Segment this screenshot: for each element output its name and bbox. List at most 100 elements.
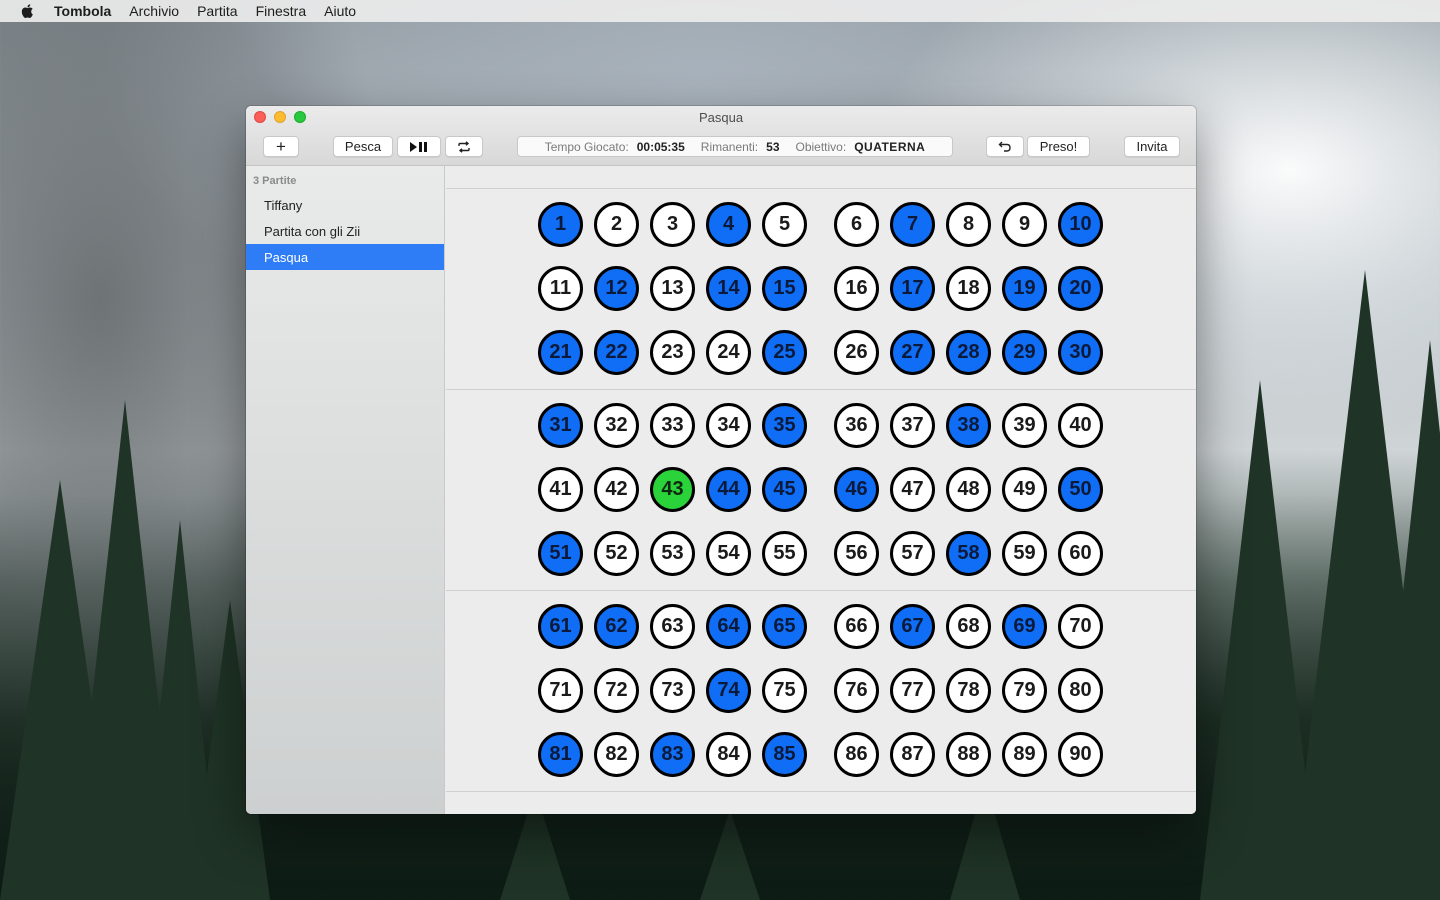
number-ball[interactable]: 46 [834, 467, 879, 512]
number-ball[interactable]: 49 [1002, 467, 1047, 512]
number-ball[interactable]: 50 [1058, 467, 1103, 512]
number-ball[interactable]: 4 [706, 202, 751, 247]
number-ball[interactable]: 89 [1002, 732, 1047, 777]
number-ball[interactable]: 15 [762, 266, 807, 311]
number-ball[interactable]: 7 [890, 202, 935, 247]
number-ball[interactable]: 45 [762, 467, 807, 512]
number-ball[interactable]: 65 [762, 604, 807, 649]
number-ball[interactable]: 44 [706, 467, 751, 512]
add-game-button[interactable]: + [263, 136, 299, 157]
number-ball[interactable]: 42 [594, 467, 639, 512]
number-ball[interactable]: 11 [538, 266, 583, 311]
number-ball[interactable]: 5 [762, 202, 807, 247]
number-ball[interactable]: 33 [650, 403, 695, 448]
menu-archivio[interactable]: Archivio [129, 3, 179, 19]
number-ball[interactable]: 88 [946, 732, 991, 777]
number-ball[interactable]: 74 [706, 668, 751, 713]
menu-app-name[interactable]: Tombola [54, 3, 111, 19]
number-ball[interactable]: 82 [594, 732, 639, 777]
number-ball[interactable]: 23 [650, 330, 695, 375]
invite-button[interactable]: Invita [1124, 136, 1180, 157]
apple-icon[interactable] [20, 3, 36, 19]
number-ball[interactable]: 70 [1058, 604, 1103, 649]
number-ball[interactable]: 73 [650, 668, 695, 713]
number-ball[interactable]: 87 [890, 732, 935, 777]
number-ball[interactable]: 64 [706, 604, 751, 649]
number-ball[interactable]: 55 [762, 531, 807, 576]
number-ball[interactable]: 29 [1002, 330, 1047, 375]
play-pause-button[interactable] [397, 136, 441, 157]
number-ball[interactable]: 28 [946, 330, 991, 375]
number-ball[interactable]: 80 [1058, 668, 1103, 713]
number-ball[interactable]: 57 [890, 531, 935, 576]
number-ball[interactable]: 69 [1002, 604, 1047, 649]
number-ball[interactable]: 1 [538, 202, 583, 247]
number-ball[interactable]: 3 [650, 202, 695, 247]
number-ball[interactable]: 9 [1002, 202, 1047, 247]
repeat-button[interactable] [445, 136, 483, 157]
number-ball[interactable]: 67 [890, 604, 935, 649]
number-ball[interactable]: 66 [834, 604, 879, 649]
number-ball[interactable]: 8 [946, 202, 991, 247]
undo-button[interactable] [986, 136, 1024, 157]
number-ball[interactable]: 30 [1058, 330, 1103, 375]
claim-button[interactable]: Preso! [1027, 136, 1090, 157]
number-ball[interactable]: 37 [890, 403, 935, 448]
number-ball[interactable]: 79 [1002, 668, 1047, 713]
menu-finestra[interactable]: Finestra [256, 3, 307, 19]
number-ball[interactable]: 34 [706, 403, 751, 448]
sidebar-item-pasqua[interactable]: Pasqua [246, 244, 444, 270]
number-ball[interactable]: 6 [834, 202, 879, 247]
number-ball[interactable]: 83 [650, 732, 695, 777]
number-ball[interactable]: 72 [594, 668, 639, 713]
number-ball[interactable]: 47 [890, 467, 935, 512]
number-ball[interactable]: 31 [538, 403, 583, 448]
number-ball[interactable]: 10 [1058, 202, 1103, 247]
number-ball[interactable]: 43 [650, 467, 695, 512]
number-ball[interactable]: 21 [538, 330, 583, 375]
number-ball[interactable]: 24 [706, 330, 751, 375]
number-ball[interactable]: 25 [762, 330, 807, 375]
number-ball[interactable]: 38 [946, 403, 991, 448]
number-ball[interactable]: 17 [890, 266, 935, 311]
draw-button[interactable]: Pesca [333, 136, 393, 157]
number-ball[interactable]: 27 [890, 330, 935, 375]
number-ball[interactable]: 56 [834, 531, 879, 576]
number-ball[interactable]: 54 [706, 531, 751, 576]
number-ball[interactable]: 35 [762, 403, 807, 448]
number-ball[interactable]: 71 [538, 668, 583, 713]
number-ball[interactable]: 36 [834, 403, 879, 448]
number-ball[interactable]: 78 [946, 668, 991, 713]
number-ball[interactable]: 13 [650, 266, 695, 311]
number-ball[interactable]: 52 [594, 531, 639, 576]
number-ball[interactable]: 2 [594, 202, 639, 247]
number-ball[interactable]: 16 [834, 266, 879, 311]
number-ball[interactable]: 12 [594, 266, 639, 311]
number-ball[interactable]: 26 [834, 330, 879, 375]
sidebar-item-partita-con-gli-zii[interactable]: Partita con gli Zii [246, 218, 444, 244]
number-ball[interactable]: 20 [1058, 266, 1103, 311]
number-ball[interactable]: 32 [594, 403, 639, 448]
number-ball[interactable]: 19 [1002, 266, 1047, 311]
number-ball[interactable]: 41 [538, 467, 583, 512]
number-ball[interactable]: 75 [762, 668, 807, 713]
number-ball[interactable]: 84 [706, 732, 751, 777]
number-ball[interactable]: 77 [890, 668, 935, 713]
sidebar-item-tiffany[interactable]: Tiffany [246, 192, 444, 218]
menu-partita[interactable]: Partita [197, 3, 237, 19]
number-ball[interactable]: 59 [1002, 531, 1047, 576]
number-ball[interactable]: 62 [594, 604, 639, 649]
number-ball[interactable]: 86 [834, 732, 879, 777]
menu-aiuto[interactable]: Aiuto [324, 3, 356, 19]
number-ball[interactable]: 90 [1058, 732, 1103, 777]
number-ball[interactable]: 48 [946, 467, 991, 512]
number-ball[interactable]: 60 [1058, 531, 1103, 576]
number-ball[interactable]: 14 [706, 266, 751, 311]
number-ball[interactable]: 61 [538, 604, 583, 649]
number-ball[interactable]: 18 [946, 266, 991, 311]
number-ball[interactable]: 81 [538, 732, 583, 777]
number-ball[interactable]: 53 [650, 531, 695, 576]
number-ball[interactable]: 58 [946, 531, 991, 576]
number-ball[interactable]: 76 [834, 668, 879, 713]
number-ball[interactable]: 39 [1002, 403, 1047, 448]
